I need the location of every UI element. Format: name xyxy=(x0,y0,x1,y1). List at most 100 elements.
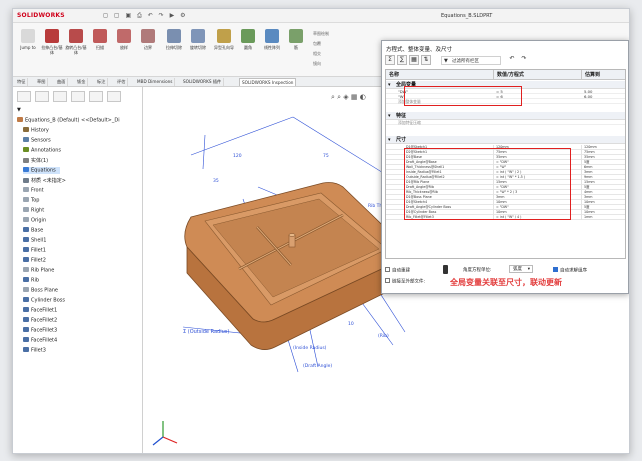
column-header-name[interactable]: 名称 xyxy=(386,70,494,80)
linear-pattern-icon xyxy=(265,29,279,43)
dimension-cell-eval[interactable]: 75mm xyxy=(582,150,625,155)
dimension-cell-eval[interactable]: 15mm xyxy=(582,180,625,185)
dimxpert-manager-tab[interactable] xyxy=(71,91,85,102)
extrude-feature-icon xyxy=(23,227,29,232)
ribbon-item-sketch[interactable]: 草图绘制 xyxy=(313,31,329,37)
quick-access-toolbar[interactable]: ◻ ▢ ▣ ⎙ ↶ ↷ ▶ ⚙ xyxy=(103,12,188,20)
tab-surfaces[interactable]: 曲面 xyxy=(55,78,69,86)
tree-item-rib-plane[interactable]: Rib Plane xyxy=(23,267,54,274)
ribbon-button-revolve-cut[interactable]: 旋转切除 xyxy=(187,29,209,50)
auto-rebuild-checkbox[interactable]: 自动重建 xyxy=(385,267,410,274)
outside-radius-dimension[interactable]: Σ (Outside Radius) xyxy=(183,329,229,335)
link-external-file-checkbox[interactable]: 链接至外部文件: xyxy=(385,278,425,285)
undo-icon[interactable]: ↶ xyxy=(507,55,517,65)
ribbon-item-mirror[interactable]: 镜向 xyxy=(313,61,321,67)
tree-item-right-plane[interactable]: Right xyxy=(23,207,44,214)
filter-icon[interactable]: ▼ xyxy=(17,107,21,113)
auto-solve-order-checkbox[interactable]: 自动求解组序 xyxy=(553,267,587,274)
tab-evaluate[interactable]: 评估 xyxy=(115,78,129,86)
ribbon-button-linear-pattern[interactable]: 线性阵列 xyxy=(261,29,283,50)
dimension-cell-eval[interactable]: 1mm xyxy=(582,215,625,220)
tree-item-fillet3[interactable]: Fillet3 xyxy=(23,347,46,354)
tab-features[interactable]: 特征 xyxy=(15,78,29,86)
tree-item-shell1[interactable]: Shell1 xyxy=(23,237,46,244)
section-features[interactable]: ▾ 特征 xyxy=(386,112,625,120)
tree-item-fillet1[interactable]: Fillet1 xyxy=(23,247,46,254)
tree-item-fillet2[interactable]: Fillet2 xyxy=(23,257,46,264)
dimension-cell-eval[interactable]: 3mm xyxy=(582,195,625,200)
dimension-cell-eval[interactable]: 6mm xyxy=(582,165,625,170)
equation-view-button[interactable]: Σ xyxy=(385,55,395,65)
feature-manager-tab[interactable] xyxy=(17,91,31,102)
dimension-cell-eval[interactable]: 35mm xyxy=(582,155,625,160)
collapse-chevron-icon[interactable]: ▾ xyxy=(388,81,391,89)
property-manager-tab[interactable] xyxy=(35,91,49,102)
collapse-chevron-icon[interactable]: ▾ xyxy=(388,136,391,144)
tab-sketch[interactable]: 草图 xyxy=(35,78,49,86)
ribbon-button-extrude-boss[interactable]: 拉伸凸台/基体 xyxy=(41,29,63,55)
ribbon-button-loft[interactable]: 放样 xyxy=(113,29,135,50)
display-manager-tab[interactable] xyxy=(89,91,103,102)
tree-item-origin[interactable]: Origin xyxy=(23,217,46,224)
dimension-cell-eval[interactable]: 4mm xyxy=(582,190,625,195)
tree-item-top-plane[interactable]: Top xyxy=(23,197,39,204)
dimension-cell-eval[interactable]: 3mm xyxy=(582,170,625,175)
ribbon-button-revolve-boss[interactable]: 旋转凸台/基体 xyxy=(65,29,87,55)
tab-solidworks-addins[interactable]: SOLIDWORKS 插件 xyxy=(181,78,225,86)
dimension-view-button[interactable]: ▦ xyxy=(409,55,419,65)
tree-item-rib[interactable]: Rib xyxy=(23,277,39,284)
tree-item-material[interactable]: 材质 <未指定> xyxy=(23,177,66,184)
dimension-cell-eval[interactable]: 5度 xyxy=(582,185,625,190)
ribbon-button-boundary[interactable]: 边界 xyxy=(137,29,159,50)
configuration-manager-tab[interactable] xyxy=(53,91,67,102)
dimension-cell-eval[interactable]: 10mm xyxy=(582,210,625,215)
ribbon-item-intersect[interactable]: 相交 xyxy=(313,51,321,57)
sketch-equation-view-button[interactable]: ∑ xyxy=(397,55,407,65)
dimension-cell-eval[interactable]: 5度 xyxy=(582,205,625,210)
tree-item-base[interactable]: Base xyxy=(23,227,43,234)
tree-item-history[interactable]: History xyxy=(23,127,49,134)
tree-item-annotations[interactable]: Annotations xyxy=(23,147,61,154)
ordered-view-button[interactable]: ⇅ xyxy=(421,55,431,65)
heads-up-view-toolbar[interactable]: ⌕ ⌕ ◈ ▦ ◐ xyxy=(331,93,366,101)
tree-item-facefillet4[interactable]: FaceFillet4 xyxy=(23,337,57,344)
dimension-cell-eval[interactable]: 10mm xyxy=(582,200,625,205)
angle-unit-select[interactable]: 弧度 ▾ xyxy=(509,265,533,273)
tree-item-facefillet2[interactable]: FaceFillet2 xyxy=(23,317,57,324)
tree-item-sensors[interactable]: Sensors xyxy=(23,137,51,144)
solidworks-logo[interactable]: SOLIDWORKS xyxy=(17,12,65,19)
ribbon-button-extrude-cut[interactable]: 拉伸切除 xyxy=(163,29,185,50)
more-tabs-chevron-icon[interactable] xyxy=(107,91,121,102)
tree-item-facefillet1[interactable]: FaceFillet1 xyxy=(23,307,57,314)
filter-all-fields-input[interactable]: ▼ 过滤所有栏区 xyxy=(441,56,501,65)
dimension-cell-eval[interactable]: 9mm xyxy=(582,175,625,180)
plane-icon xyxy=(23,287,29,292)
chevron-down-icon: ▾ xyxy=(527,267,530,272)
tab-mbd-dimensions[interactable]: MBD Dimensions xyxy=(135,78,176,86)
column-header-evaluates-to[interactable]: 估算到 xyxy=(582,70,625,80)
tab-markup[interactable]: 标注 xyxy=(95,78,109,86)
collapse-chevron-icon[interactable]: ▾ xyxy=(388,112,391,120)
ribbon-button-hole-wizard[interactable]: 异型孔向导 xyxy=(213,29,235,50)
ribbon-item-wrap[interactable]: 包覆 xyxy=(313,41,321,47)
tree-item-solid-bodies[interactable]: 实体(1) xyxy=(23,157,48,164)
fillet-feature-icon xyxy=(23,347,29,352)
section-dimensions[interactable]: ▾ 尺寸 xyxy=(386,136,625,144)
ribbon-button-jump-to[interactable]: Jump to xyxy=(17,29,39,50)
add-feature-suppression-row[interactable]: 添加特征压缩 xyxy=(386,120,625,125)
tree-item-front-plane[interactable]: Front xyxy=(23,187,44,194)
dimension-cell-eval[interactable]: 120mm xyxy=(582,145,625,150)
tab-solidworks-inspection[interactable]: SOLIDWORKS Inspection xyxy=(239,78,297,86)
tab-sheet-metal[interactable]: 钣金 xyxy=(75,78,89,86)
column-header-value[interactable]: 数值/方程式 xyxy=(494,70,582,80)
tree-item-boss-plane[interactable]: Boss Plane xyxy=(23,287,58,294)
redo-icon[interactable]: ↷ xyxy=(519,55,529,65)
tree-item-equations[interactable]: Equations xyxy=(23,167,60,174)
ribbon-button-sweep[interactable]: 扫描 xyxy=(89,29,111,50)
tree-root-part[interactable]: Equations_B (Default) <<Default>_Di xyxy=(17,117,120,124)
dimension-cell-eval[interactable]: 5度 xyxy=(582,160,625,165)
ribbon-button-rib[interactable]: 筋 xyxy=(285,29,307,50)
tree-item-facefillet3[interactable]: FaceFillet3 xyxy=(23,327,57,334)
tree-item-cylinder-boss[interactable]: Cylinder Boss xyxy=(23,297,65,304)
ribbon-button-fillet[interactable]: 圆角 xyxy=(237,29,259,50)
